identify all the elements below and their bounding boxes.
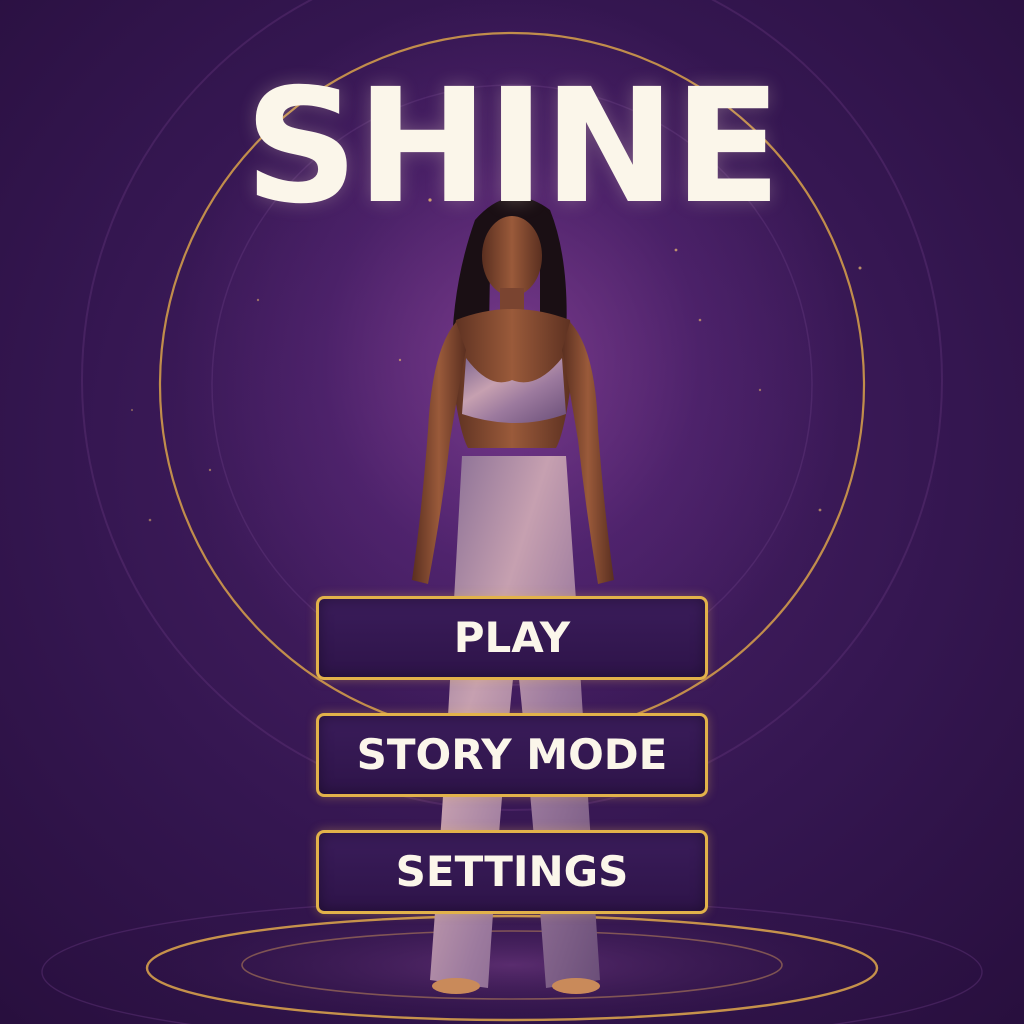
game-title: SHINE — [244, 55, 782, 239]
title-screen: SHINE PLAY STORY MODE SETTINGS — [0, 0, 1024, 1024]
play-button[interactable]: PLAY — [316, 596, 708, 680]
story-mode-button[interactable]: STORY MODE — [316, 713, 708, 797]
settings-button[interactable]: SETTINGS — [316, 830, 708, 914]
main-menu: PLAY STORY MODE SETTINGS — [316, 596, 708, 914]
